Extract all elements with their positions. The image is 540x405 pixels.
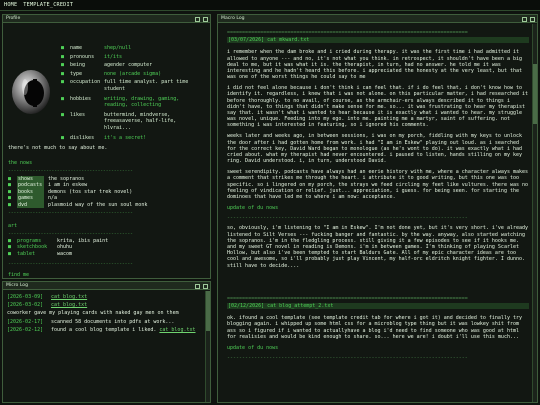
profile-row: ■ dislikes it's a secret! — [61, 134, 147, 141]
post-paragraph: weeks later and weeks ago, in between se… — [227, 133, 523, 165]
divider: ----------------------------------------… — [8, 210, 133, 216]
art-heading: art — [8, 223, 18, 229]
top-nav-bar: HOME TEMPLATE_CREDIT — [0, 0, 540, 11]
micro-log-scrollbar[interactable] — [205, 291, 210, 402]
profile-row: ■ type none (arcade sigma) — [61, 70, 162, 77]
list-item: ■ tablet wacom — [8, 250, 73, 257]
minimize-button[interactable] — [195, 283, 200, 289]
macro-log-scrollbar[interactable] — [532, 24, 537, 402]
nav-template-credit-link[interactable]: TEMPLATE_CREDIT — [23, 2, 73, 8]
maximize-button[interactable] — [203, 283, 208, 289]
post-paragraph: ok. ifound a cool template (see template… — [227, 315, 523, 340]
post-header: [02/12/2026] cat blog_attempt_2.txt — [227, 302, 529, 310]
profile-row: ■ pronouns it/its — [61, 53, 123, 60]
post-paragraph: so, obviously, i'm listening to "I am in… — [227, 225, 529, 269]
profile-info-table: ■ name shep/null ■ pronouns it/its ■ being age… — [61, 45, 203, 143]
log-link[interactable]: cat blog.txt — [159, 327, 195, 333]
log-entry: coworker gave my playing cards with nake… — [7, 310, 179, 317]
maximize-button[interactable] — [530, 16, 535, 22]
divider: ----------------------------------------… — [8, 168, 133, 174]
macro-log-title-text: Macro Log — [221, 16, 245, 21]
nav-home-link[interactable]: HOME — [4, 2, 17, 8]
micro-log-window: Micro Log [2026-03-09] cat blog.txt [2026… — [2, 281, 211, 403]
profile-row: ■ likes buttermind, mindverse, freeasavers… — [61, 112, 177, 131]
profile-intro-text: there's not much to say about me. — [8, 145, 108, 151]
list-item: ■ dvd plasmoid way of the sun soul monk — [8, 201, 148, 208]
profile-window-title: Profile — [3, 15, 210, 23]
profile-title-text: Profile — [6, 16, 21, 21]
minimize-button[interactable] — [195, 16, 200, 22]
update-heading: update of du nows — [227, 205, 279, 212]
nows-list: ■ shows the sopranos ■ podcasts i am in eske… — [8, 176, 147, 208]
profile-row: ■ being agender computer — [61, 62, 153, 69]
nows-heading: the nows — [8, 160, 33, 166]
profile-row: ■ hobbies writing, drawing, gaming, readin… — [61, 95, 180, 108]
divider: ----------------------------------------… — [8, 261, 133, 267]
log-entry: [2026-03-02] cat blog.txt — [7, 302, 88, 309]
divider: ----------------------------------------… — [227, 215, 468, 222]
post-header: [03/07/2026] cat mkward.txt — [227, 37, 529, 44]
post-paragraph: i did not feel alone because i don't thi… — [227, 85, 529, 129]
log-entry: [2026-02-17] scanned 58 documents into pd… — [7, 318, 175, 325]
micro-log-title-text: Micro Log — [6, 283, 29, 288]
maximize-button[interactable] — [203, 16, 208, 22]
profile-row: ■ occupation full time analyst. part time … — [61, 79, 189, 92]
art-list: ■ programs krita, ibis paint ■ sketchbook oh… — [8, 238, 108, 257]
log-entry: [2026-03-09] cat blog.txt — [7, 294, 88, 300]
profile-row: ■ name shep/null — [61, 45, 132, 51]
avatar-helmet-icon — [12, 70, 50, 114]
divider: ----------------------------------------… — [8, 231, 133, 237]
scrollbar-thumb[interactable] — [533, 64, 537, 124]
find-me-heading: find me — [8, 272, 30, 278]
macro-log-window-title: Macro Log — [218, 15, 537, 23]
macro-log-content: ========================================… — [227, 30, 529, 361]
divider: ----------------------------------------… — [227, 354, 468, 361]
log-entry: [2026-02-12] found a cool blog template i… — [7, 326, 196, 333]
micro-log-window-title: Micro Log — [3, 282, 210, 290]
log-link[interactable]: cat blog.txt — [51, 294, 87, 300]
micro-log-entries: [2026-03-09] cat blog.txt [2026-03-02] cat… — [7, 294, 202, 335]
post-paragraph: i remember when the dam broke and i crie… — [227, 49, 523, 81]
profile-window: Profile ■ name shep/null ■ pronouns it/its ■… — [2, 14, 211, 279]
log-link[interactable]: cat blog.txt — [51, 302, 87, 308]
divider: ========================================… — [227, 30, 468, 36]
scrollbar-thumb[interactable] — [206, 291, 210, 331]
post-paragraph: sweet serendipity. podcasts have always … — [227, 169, 529, 201]
update-heading: update of du nows — [227, 344, 279, 351]
divider: ========================================… — [227, 295, 468, 302]
minimize-button[interactable] — [522, 16, 527, 22]
